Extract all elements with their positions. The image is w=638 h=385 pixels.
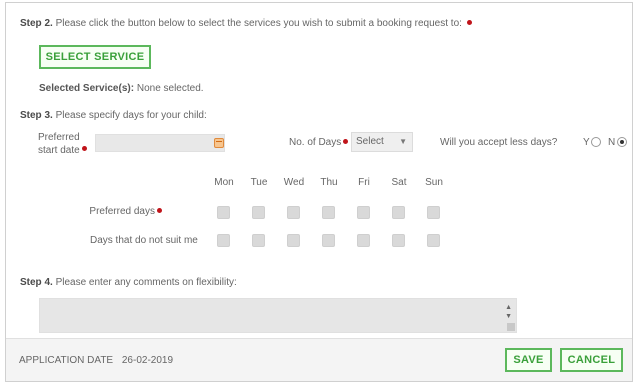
application-date-label: APPLICATION DATE	[19, 355, 114, 366]
step3-text: Please specify days for your child:	[55, 110, 207, 121]
unsuitable-day-sun-checkbox[interactable]	[427, 234, 440, 247]
preferred-day-mon-checkbox[interactable]	[217, 206, 230, 219]
step2-label: Step 2.	[20, 18, 53, 29]
radio-no[interactable]	[617, 137, 627, 147]
unsuitable-day-fri-checkbox[interactable]	[357, 234, 370, 247]
save-button[interactable]: SAVE	[505, 348, 552, 372]
required-indicator	[157, 208, 162, 213]
unsuitable-day-tue-checkbox[interactable]	[252, 234, 265, 247]
no-of-days-text: No. of Days	[289, 137, 342, 148]
select-service-button[interactable]: SELECT SERVICE	[39, 45, 151, 69]
scroll-down-icon[interactable]: ▼	[505, 313, 512, 320]
resize-handle-icon[interactable]	[507, 323, 515, 331]
unsuitable-days-label: Days that do not suit me	[90, 235, 198, 246]
preferred-days-text: Preferred days	[89, 206, 155, 217]
scroll-up-icon[interactable]: ▲	[505, 304, 512, 311]
day-header-sat: Sat	[391, 177, 407, 188]
no-of-days-select-value: Select	[356, 136, 384, 147]
selected-services: Selected Service(s): None selected.	[39, 83, 204, 94]
step2-text: Please click the button below to select …	[55, 18, 462, 29]
radio-no-label: N	[608, 137, 616, 148]
chevron-down-icon: ▼	[399, 137, 407, 146]
step3-instruction: Step 3. Please specify days for your chi…	[20, 110, 207, 121]
step4-instruction: Step 4. Please enter any comments on fle…	[20, 277, 237, 288]
cancel-button[interactable]: CANCEL	[560, 348, 623, 372]
required-indicator	[343, 139, 349, 144]
unsuitable-day-thu-checkbox[interactable]	[322, 234, 335, 247]
start-date-label: Preferred start date	[38, 131, 87, 157]
required-indicator	[81, 146, 87, 151]
day-header-mon: Mon	[214, 177, 234, 188]
preferred-day-fri-checkbox[interactable]	[357, 206, 370, 219]
day-header-wed: Wed	[283, 177, 305, 188]
unsuitable-day-sat-checkbox[interactable]	[392, 234, 405, 247]
preferred-day-sun-checkbox[interactable]	[427, 206, 440, 219]
preferred-day-tue-checkbox[interactable]	[252, 206, 265, 219]
application-date-value: 26-02-2019	[121, 355, 174, 366]
no-of-days-select[interactable]: Select ▼	[351, 132, 413, 152]
no-of-days-label: No. of Days	[289, 137, 349, 148]
start-date-label-line1: Preferred	[38, 132, 80, 143]
step4-label: Step 4.	[20, 277, 53, 288]
preferred-day-sat-checkbox[interactable]	[392, 206, 405, 219]
preferred-day-thu-checkbox[interactable]	[322, 206, 335, 219]
unsuitable-day-mon-checkbox[interactable]	[217, 234, 230, 247]
selected-services-value: None selected.	[136, 83, 204, 94]
step2-instruction: Step 2. Please click the button below to…	[20, 18, 472, 29]
day-header-thu: Thu	[320, 177, 338, 188]
step3-label: Step 3.	[20, 110, 53, 121]
form-footer: APPLICATION DATE 26-02-2019 SAVE CANCEL	[6, 338, 632, 381]
step4-text: Please enter any comments on flexibility…	[55, 277, 237, 288]
day-header-tue: Tue	[250, 177, 268, 188]
preferred-days-label: Preferred days	[66, 206, 162, 217]
day-header-fri: Fri	[358, 177, 370, 188]
application-date: APPLICATION DATE 26-02-2019	[19, 355, 173, 366]
booking-form: Step 2. Please click the button below to…	[5, 2, 633, 382]
flexibility-comments-textarea[interactable]: ▲ ▼	[39, 298, 517, 333]
day-header-sun: Sun	[425, 177, 443, 188]
start-date-input[interactable]	[95, 134, 225, 152]
selected-services-label: Selected Service(s):	[39, 83, 135, 94]
unsuitable-day-wed-checkbox[interactable]	[287, 234, 300, 247]
start-date-label-line2: start date	[38, 145, 80, 156]
radio-yes-label: Y	[583, 137, 590, 148]
radio-yes[interactable]	[591, 137, 601, 147]
preferred-day-wed-checkbox[interactable]	[287, 206, 300, 219]
required-indicator	[466, 20, 472, 25]
calendar-icon[interactable]	[214, 138, 224, 148]
accept-less-days-label: Will you accept less days?	[440, 137, 558, 148]
